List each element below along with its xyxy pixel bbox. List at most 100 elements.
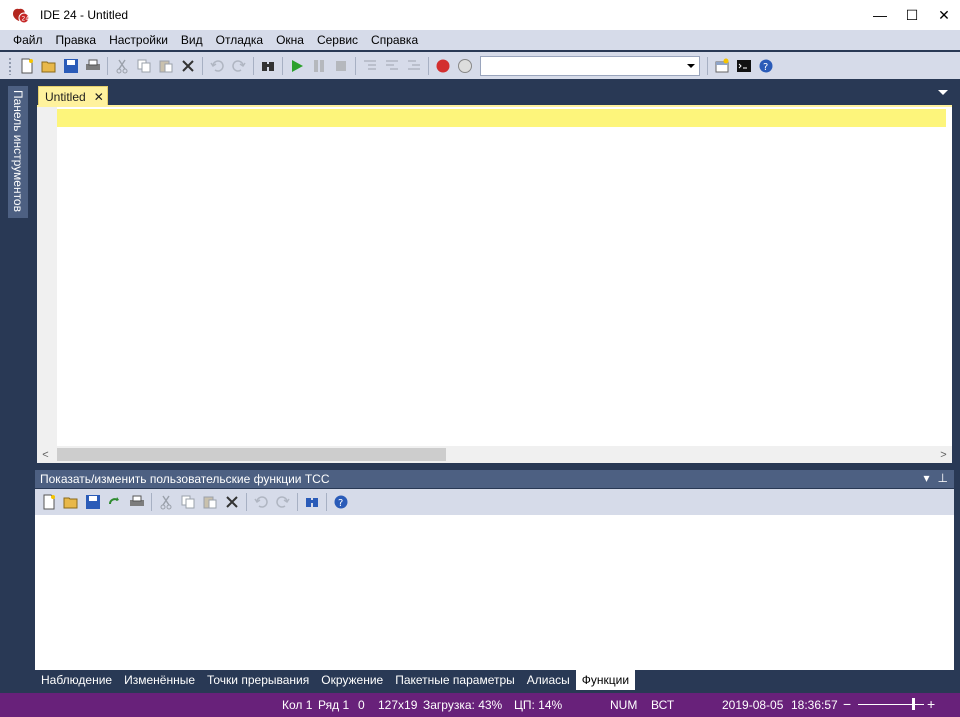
panel-print-button[interactable] [126,491,148,513]
paste-button[interactable] [155,55,177,77]
status-column: Кол 1 [282,698,313,712]
circle-icon [458,58,472,73]
tab-environment[interactable]: Окружение [315,670,389,690]
panel-save-button[interactable] [82,491,104,513]
scroll-right-icon[interactable]: > [935,446,952,463]
status-load: Загрузка: 43% [423,698,503,712]
pause-icon [314,59,324,72]
panel-help-button[interactable]: ? [330,491,352,513]
zoom-in-icon[interactable]: + [927,696,935,712]
panel-new-button[interactable] [38,491,60,513]
panel-header: Показать/изменить пользовательские функц… [35,470,954,488]
close-tab-icon[interactable]: ✕ [94,90,104,104]
paste-icon [203,496,217,509]
maximize-button[interactable]: ☐ [896,0,928,30]
tab-untitled[interactable]: Untitled ✕ [38,86,108,106]
options-button[interactable] [711,55,733,77]
open-folder-icon [63,497,78,509]
toolbar-separator [326,493,327,511]
open-file-button[interactable] [38,55,60,77]
console-button[interactable] [733,55,755,77]
panel-copy-button[interactable] [177,491,199,513]
status-cpu: ЦП: 14% [514,698,563,712]
code-editor[interactable]: < > [37,105,952,463]
panel-refresh-button[interactable] [104,491,126,513]
main-toolbar: ? [0,52,960,79]
minimize-button[interactable]: — [864,0,896,30]
menu-settings[interactable]: Настройки [102,33,174,47]
step-out-button[interactable] [403,55,425,77]
menu-service[interactable]: Сервис [310,33,364,47]
stop-button[interactable] [330,55,352,77]
tab-aliases[interactable]: Алиасы [521,670,576,690]
tab-breakpoints[interactable]: Точки прерывания [201,670,315,690]
run-button[interactable] [286,55,308,77]
scrollbar-thumb[interactable] [57,448,446,461]
help-button[interactable]: ? [755,55,777,77]
menu-edit[interactable]: Правка [49,33,103,47]
tabs-dropdown-icon[interactable] [938,90,948,95]
svg-text:?: ? [338,498,343,509]
tab-modified[interactable]: Изменённые [118,670,201,690]
menu-file[interactable]: Файл [6,33,49,47]
step-over-button[interactable] [381,55,403,77]
print-icon [130,495,144,506]
bottom-tab-strip: Наблюдение Изменённые Точки прерывания О… [35,670,954,690]
undo-button[interactable] [206,55,228,77]
panel-delete-button[interactable] [221,491,243,513]
pause-button[interactable] [308,55,330,77]
status-date: 2019-08-05 [722,698,784,712]
save-button[interactable] [60,55,82,77]
functions-panel-body[interactable] [35,515,954,670]
toolbar-grip[interactable] [8,56,12,75]
cut-icon [160,495,172,510]
svg-text:24: 24 [22,16,30,23]
tab-watch[interactable]: Наблюдение [35,670,118,690]
copy-button[interactable] [133,55,155,77]
scroll-left-icon[interactable]: < [37,446,54,463]
status-insert: ВСТ [651,698,675,712]
refresh-arrow-icon [109,497,119,505]
toolbox-tab[interactable]: Панель инструментов [8,86,28,218]
menu-view[interactable]: Вид [174,33,209,47]
menu-debug[interactable]: Отладка [209,33,269,47]
panel-cut-button[interactable] [155,491,177,513]
horizontal-scrollbar[interactable]: < > [37,446,952,463]
tab-batch-parameters[interactable]: Пакетные параметры [389,670,521,690]
record-icon [436,59,450,72]
menu-windows[interactable]: Окна [269,33,310,47]
tab-functions[interactable]: Функции [575,670,636,690]
document-tab-strip: Untitled ✕ [36,84,954,106]
playback-button[interactable] [454,55,476,77]
toolbar-separator [428,56,429,75]
panel-undo-button[interactable] [250,491,272,513]
menu-help[interactable]: Справка [364,33,424,47]
status-row: Ряд 1 [318,698,350,712]
panel-redo-button[interactable] [272,491,294,513]
redo-button[interactable] [228,55,250,77]
zoom-out-icon[interactable]: − [843,696,851,712]
panel-dropdown-icon[interactable]: ▾ [924,471,930,485]
find-button[interactable] [257,55,279,77]
redo-icon [276,496,290,508]
help-icon: ? [759,59,773,73]
status-size: 127x19 [378,698,418,712]
pin-icon[interactable]: ⊥ [938,471,948,485]
print-button[interactable] [82,55,104,77]
step-into-icon [364,59,376,70]
step-into-button[interactable] [359,55,381,77]
panel-paste-button[interactable] [199,491,221,513]
panel-find-button[interactable] [301,491,323,513]
panel-toolbar: ? [35,489,954,515]
panel-open-button[interactable] [60,491,82,513]
close-icon: ✕ [938,6,950,23]
toolbar-combobox[interactable] [480,55,700,76]
close-window-button[interactable]: ✕ [928,0,960,30]
record-button[interactable] [432,55,454,77]
delete-button[interactable] [177,55,199,77]
new-file-icon [21,58,33,73]
play-icon [292,59,303,72]
zoom-slider-thumb[interactable] [912,698,915,710]
new-file-button[interactable] [16,55,38,77]
cut-button[interactable] [111,55,133,77]
